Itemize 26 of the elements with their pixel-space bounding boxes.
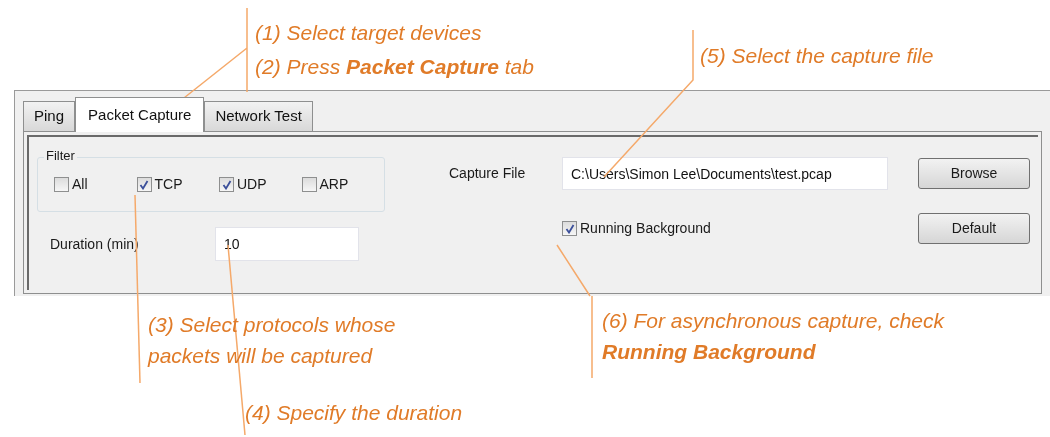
- checkmark-icon: [564, 223, 575, 234]
- tab[interactable]: Ping: [23, 101, 76, 131]
- browse-button[interactable]: Browse: [918, 158, 1030, 189]
- checkbox[interactable]: [54, 177, 69, 192]
- capture-file-label: Capture File: [449, 164, 527, 183]
- checkbox-label: Running Background: [580, 219, 711, 238]
- callout-text: (6) For asynchronous capture, check Running Background: [602, 308, 946, 365]
- tab[interactable]: Packet Capture: [75, 97, 205, 132]
- tab[interactable]: Network Test: [204, 101, 313, 131]
- checkbox[interactable]: [219, 177, 234, 192]
- checkbox[interactable]: [136, 177, 152, 192]
- checkmark-icon: [139, 179, 149, 190]
- callout-text: (2) Press Packet Capture tab: [255, 54, 534, 80]
- checkbox-label: All: [72, 175, 88, 194]
- duration-field[interactable]: 10: [215, 227, 359, 261]
- callout-text: (5) Select the capture file: [700, 43, 934, 69]
- callout-text: (4) Specify the duration: [245, 400, 463, 426]
- checkbox[interactable]: [562, 221, 577, 236]
- checkbox-label: UDP: [237, 175, 267, 194]
- checkbox[interactable]: [301, 177, 317, 192]
- checkbox-label: ARP: [319, 175, 349, 194]
- default-button[interactable]: Default: [918, 213, 1030, 244]
- checkbox-label: TCP: [154, 175, 183, 194]
- checkmark-icon: [221, 179, 232, 190]
- callout-text: (1) Select target devices: [255, 20, 482, 46]
- capture-file-field[interactable]: C:\Users\Simon Lee\Documents\test.pcap: [562, 157, 888, 190]
